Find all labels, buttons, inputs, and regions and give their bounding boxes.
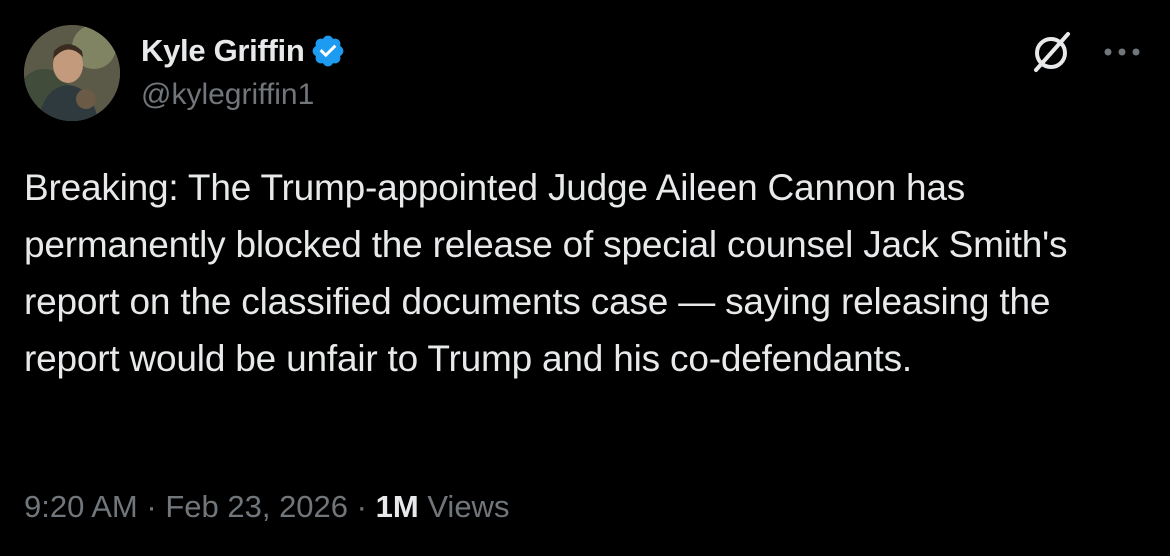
tweet-text: Breaking: The Trump-appointed Judge Aile…	[24, 167, 1068, 379]
tweet-card: Kyle Griffin @kylegriffin1 Breaking: The…	[0, 0, 1170, 556]
user-handle[interactable]: @kylegriffin1	[141, 78, 346, 112]
tweet-meta: 9:20 AM · Feb 23, 2026 · 1M Views	[24, 489, 509, 525]
views-label: Views	[427, 489, 510, 524]
views-count[interactable]: 1M	[376, 489, 419, 524]
more-options-icon[interactable]	[1102, 45, 1142, 57]
grok-icon[interactable]	[1030, 30, 1074, 74]
author-info: Kyle Griffin @kylegriffin1	[141, 30, 346, 112]
display-name[interactable]: Kyle Griffin	[141, 33, 305, 69]
avatar-photo	[24, 25, 120, 121]
meta-separator: ·	[356, 489, 367, 524]
tweet-date[interactable]: Feb 23, 2026	[165, 489, 348, 524]
name-row: Kyle Griffin	[141, 30, 346, 72]
meta-separator: ·	[146, 489, 157, 524]
tweet-time[interactable]: 9:20 AM	[24, 489, 138, 524]
verified-badge-icon[interactable]	[310, 33, 346, 69]
avatar[interactable]	[24, 25, 120, 121]
